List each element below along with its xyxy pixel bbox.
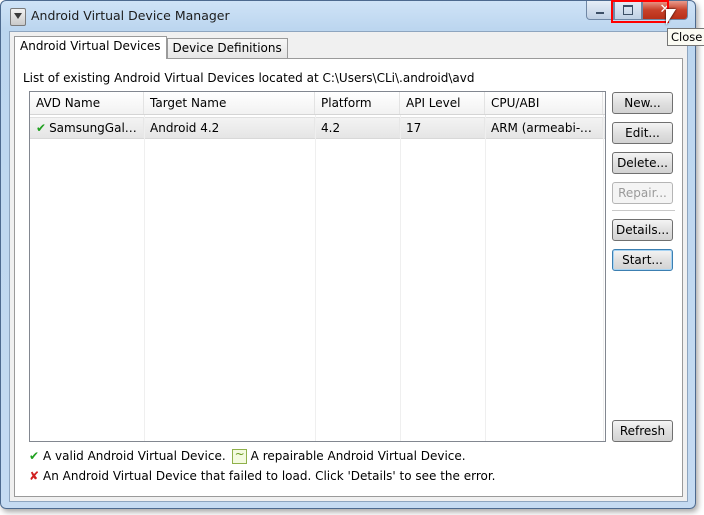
legend-row-failed: ✘ An Android Virtual Device that failed … xyxy=(29,466,495,486)
avd-table[interactable]: AVD Name Target Name Platform API Level … xyxy=(29,91,606,442)
column-header-api-level[interactable]: API Level xyxy=(400,92,485,114)
failed-x-icon: ✘ xyxy=(29,469,40,483)
avd-name-text: SamsungGalax... xyxy=(49,121,144,135)
repairable-icon xyxy=(231,447,247,464)
cell-api-level: 17 xyxy=(400,118,485,138)
tab-android-virtual-devices[interactable]: Android Virtual Devices xyxy=(14,36,167,59)
details-button[interactable]: Details... xyxy=(612,219,673,241)
new-button[interactable]: New... xyxy=(612,92,673,114)
legend-repairable-text: A repairable Android Virtual Device. xyxy=(250,449,466,463)
column-header-avd-name[interactable]: AVD Name xyxy=(30,92,144,114)
title-bar[interactable]: Android Virtual Device Manager ✕ xyxy=(1,1,695,31)
client-area: Android Virtual Devices Device Definitio… xyxy=(9,31,688,502)
window-title: Android Virtual Device Manager xyxy=(31,8,230,23)
mouse-cursor-icon xyxy=(666,9,676,25)
legend-failed-text: An Android Virtual Device that failed to… xyxy=(43,469,496,483)
column-header-target-name[interactable]: Target Name xyxy=(144,92,315,114)
minimize-button[interactable] xyxy=(586,1,614,20)
button-separator xyxy=(612,210,675,211)
refresh-button[interactable]: Refresh xyxy=(612,420,673,442)
delete-button[interactable]: Delete... xyxy=(612,152,673,174)
table-row[interactable]: ✔ SamsungGalax... Android 4.2 4.2 17 ARM … xyxy=(30,117,605,139)
cell-avd-name: ✔ SamsungGalax... xyxy=(30,118,144,138)
edit-button[interactable]: Edit... xyxy=(612,122,673,144)
start-button[interactable]: Start... xyxy=(612,249,673,271)
avd-manager-window: Android Virtual Device Manager ✕ Android… xyxy=(0,0,696,509)
legend-row-valid-repairable: ✔ A valid Android Virtual Device. A repa… xyxy=(29,446,495,466)
column-guides xyxy=(30,115,605,441)
avd-list-caption: List of existing Android Virtual Devices… xyxy=(23,71,475,85)
cell-cpu-abi: ARM (armeabi-v... xyxy=(485,118,603,138)
valid-check-icon: ✔ xyxy=(29,449,40,463)
column-header-cpu-abi[interactable]: CPU/ABI xyxy=(485,92,603,114)
cell-platform: 4.2 xyxy=(315,118,400,138)
avd-tab-panel: List of existing Android Virtual Devices… xyxy=(14,58,683,497)
valid-check-icon: ✔ xyxy=(36,121,47,135)
close-tooltip: Close xyxy=(667,28,704,46)
close-button-highlight xyxy=(611,0,669,23)
repair-button[interactable]: Repair... xyxy=(612,182,673,204)
status-legend: ✔ A valid Android Virtual Device. A repa… xyxy=(29,446,495,486)
table-header: AVD Name Target Name Platform API Level … xyxy=(30,92,605,115)
app-icon xyxy=(10,8,26,26)
cell-target-name: Android 4.2 xyxy=(144,118,315,138)
column-header-platform[interactable]: Platform xyxy=(315,92,400,114)
legend-valid-text: A valid Android Virtual Device. xyxy=(43,449,226,463)
